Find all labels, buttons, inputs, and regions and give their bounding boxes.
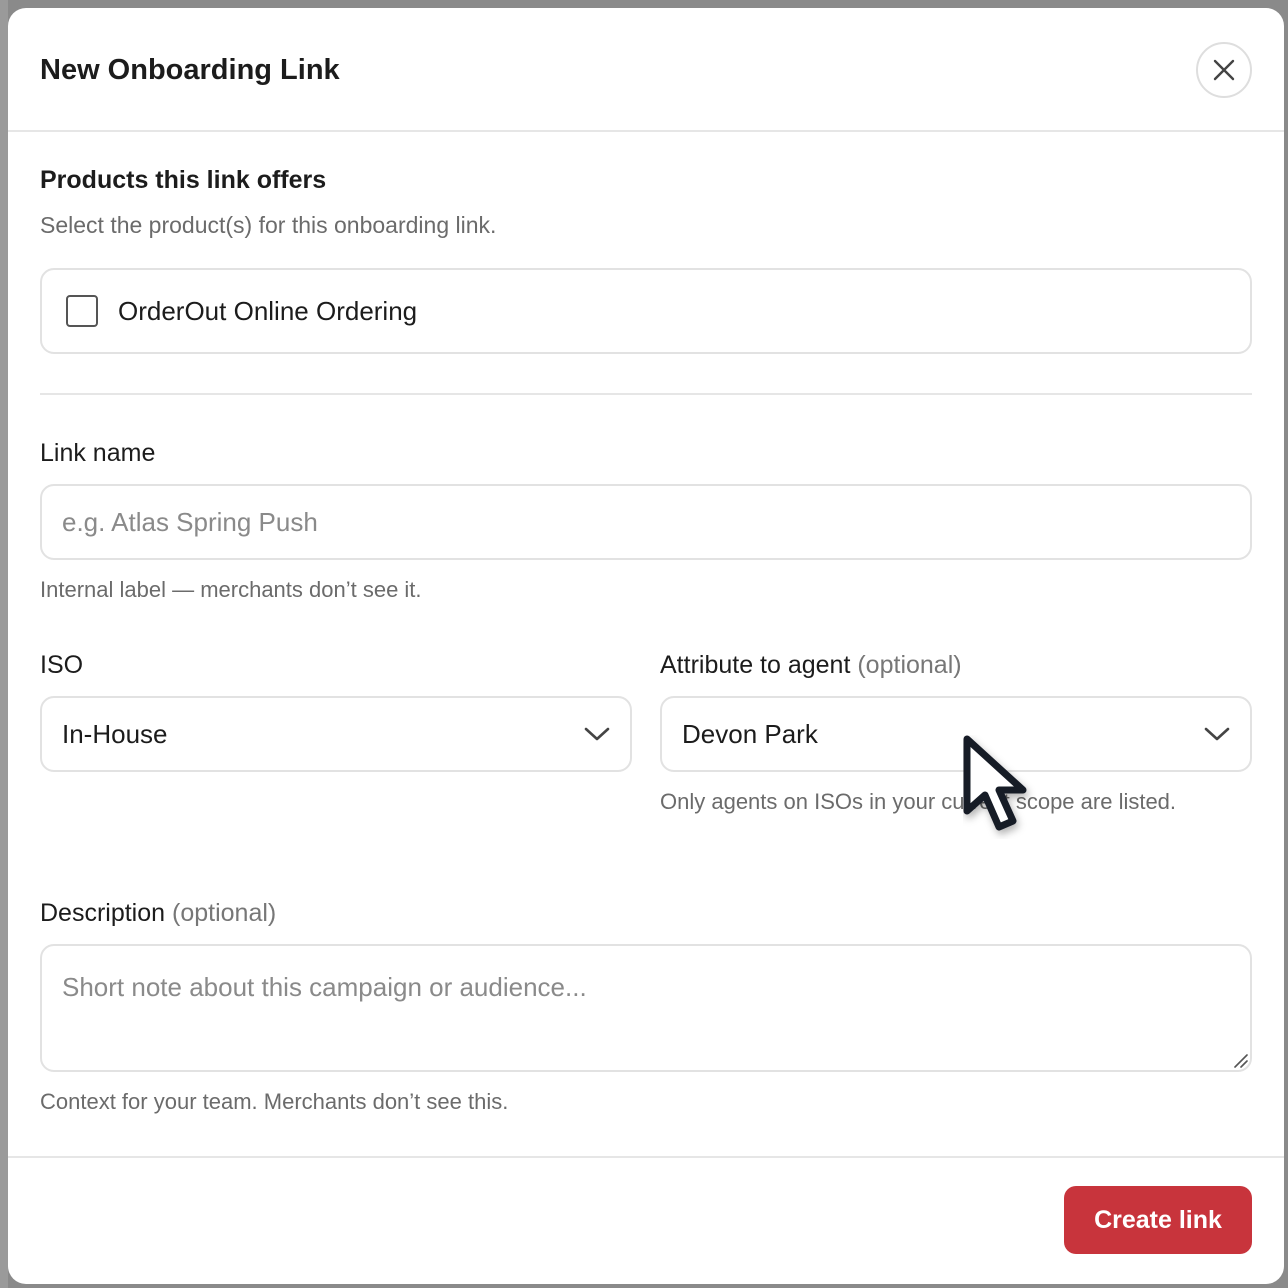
chevron-down-icon	[1204, 727, 1230, 741]
resize-grip-icon[interactable]	[1232, 1052, 1248, 1068]
footer-divider	[8, 1156, 1284, 1158]
description-label: Description (optional)	[40, 899, 276, 928]
onboarding-link-modal: New Onboarding Link Products this link o…	[8, 8, 1284, 1284]
product-label: OrderOut Online Ordering	[118, 295, 418, 326]
chevron-down-icon	[584, 727, 610, 741]
agent-label: Attribute to agent (optional)	[660, 651, 962, 680]
agent-optional-tag: (optional)	[857, 651, 962, 679]
description-help: Context for your team. Merchants don’t s…	[40, 1089, 509, 1114]
agent-help: Only agents on ISOs in your current scop…	[660, 789, 1177, 814]
close-button[interactable]	[1196, 42, 1252, 98]
product-option-orderout[interactable]: OrderOut Online Ordering	[40, 268, 1252, 354]
create-link-button[interactable]: Create link	[1064, 1186, 1252, 1254]
product-checkbox[interactable]	[66, 295, 98, 327]
page-backdrop	[0, 0, 8, 1288]
agent-selected-value: Devon Park	[682, 718, 818, 749]
products-section-title: Products this link offers	[40, 166, 327, 194]
link-name-input[interactable]	[40, 484, 1252, 560]
iso-selected-value: In-House	[62, 718, 168, 749]
agent-label-text: Attribute to agent	[660, 651, 851, 679]
description-optional-tag: (optional)	[172, 899, 277, 927]
section-divider	[40, 393, 1252, 395]
modal-title: New Onboarding Link	[40, 54, 340, 86]
description-label-text: Description	[40, 899, 166, 927]
modal-header: New Onboarding Link	[8, 8, 1284, 132]
link-name-help: Internal label — merchants don’t see it.	[40, 577, 422, 602]
close-icon	[1213, 59, 1235, 81]
link-name-label: Link name	[40, 439, 156, 467]
iso-select[interactable]: In-House	[40, 696, 632, 772]
iso-label: ISO	[40, 651, 84, 679]
description-textarea[interactable]	[40, 944, 1252, 1072]
agent-select[interactable]: Devon Park	[660, 696, 1252, 772]
products-section-subtitle: Select the product(s) for this onboardin…	[40, 212, 497, 238]
